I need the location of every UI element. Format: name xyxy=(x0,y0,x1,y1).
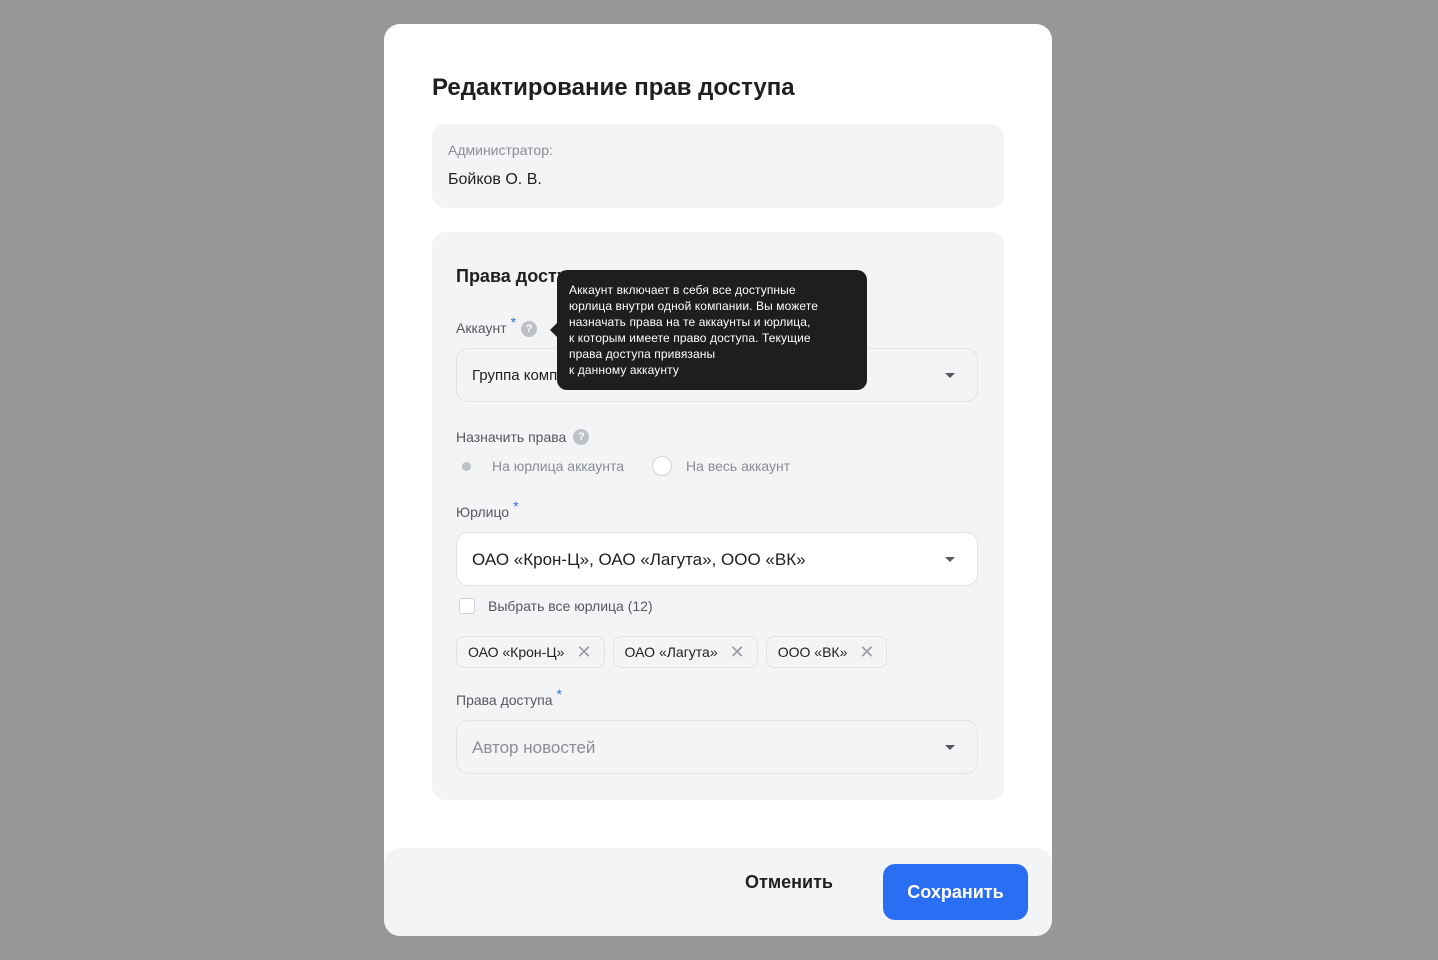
close-icon[interactable]: ✕ xyxy=(730,643,745,661)
entity-tag-label: ОАО «Лагута» xyxy=(624,644,718,660)
close-icon[interactable]: ✕ xyxy=(576,643,591,661)
entity-select[interactable]: ОАО «Крон-Ц», ОАО «Лагута», ООО «ВК» xyxy=(456,532,978,586)
entity-tag: ОАО «Лагута» ✕ xyxy=(612,636,758,668)
required-mark: * xyxy=(513,498,519,514)
radio-entities-label: На юрлица аккаунта xyxy=(492,458,625,474)
radio-whole-account-label: На весь аккаунт xyxy=(686,458,791,474)
help-icon[interactable]: ? xyxy=(573,429,590,445)
tooltip-line: юрлица внутри одной компании. Вы можете xyxy=(569,299,818,313)
chevron-down-icon xyxy=(945,557,955,562)
entity-label: Юрлицо * xyxy=(456,498,519,520)
access-rights-select[interactable]: Автор новостей xyxy=(456,720,978,774)
assign-rights-label: Назначить права ? xyxy=(456,429,590,445)
radio-checked-icon xyxy=(456,456,476,476)
entity-select-value: ОАО «Крон-Ц», ОАО «Лагута», ООО «ВК» xyxy=(472,550,806,569)
tooltip-line: Аккаунт включает в себя все доступные xyxy=(569,283,796,297)
entity-tag: ОАО «Крон-Ц» ✕ xyxy=(456,636,605,668)
access-rights-placeholder: Автор новостей xyxy=(472,738,596,757)
access-rights-label-text: Права доступа xyxy=(456,692,553,708)
entity-tag: ООО «ВК» ✕ xyxy=(765,636,888,668)
admin-label: Администратор: xyxy=(448,142,553,158)
chevron-down-icon xyxy=(945,373,955,378)
checkbox[interactable] xyxy=(459,598,475,614)
help-icon[interactable]: ? xyxy=(521,321,538,337)
select-all-entities[interactable]: Выбрать все юрлица (12) xyxy=(459,598,653,614)
save-button[interactable]: Сохранить xyxy=(883,864,1028,920)
selected-entity-tags: ОАО «Крон-Ц» ✕ ОАО «Лагута» ✕ ООО «ВК» ✕ xyxy=(456,636,888,668)
edit-access-dialog: Редактирование прав доступа Администрато… xyxy=(384,24,1052,936)
entity-tag-label: ООО «ВК» xyxy=(777,644,848,660)
required-mark: * xyxy=(556,686,562,702)
account-label-text: Аккаунт xyxy=(456,320,507,336)
chevron-down-icon xyxy=(945,745,955,750)
radio-whole-account[interactable]: На весь аккаунт xyxy=(652,456,790,476)
radio-entities[interactable]: На юрлица аккаунта xyxy=(456,456,624,476)
admin-card: Администратор: Бойков О. В. xyxy=(432,124,1004,208)
tooltip-line: права доступа привязаны xyxy=(569,347,716,361)
tooltip-line: к которым имеете право доступа. Текущие xyxy=(569,331,811,345)
access-rights-label: Права доступа * xyxy=(456,686,562,708)
tooltip-line: назначать права на те аккаунты и юрлица, xyxy=(569,315,811,329)
entity-tag-label: ОАО «Крон-Ц» xyxy=(468,644,565,660)
entity-label-text: Юрлицо xyxy=(456,504,510,520)
cancel-button[interactable]: Отменить xyxy=(745,872,833,893)
account-help-tooltip: Аккаунт включает в себя все доступные юр… xyxy=(550,270,867,390)
required-mark: * xyxy=(510,314,517,330)
assign-rights-label-text: Назначить права xyxy=(456,429,567,445)
select-all-label: Выбрать все юрлица (12) xyxy=(488,598,653,614)
assign-rights-radio-group: На юрлица аккаунта На весь аккаунт xyxy=(456,456,818,476)
radio-unchecked-icon xyxy=(652,456,673,476)
admin-value: Бойков О. В. xyxy=(448,171,542,188)
account-label: Аккаунт * ? xyxy=(456,314,538,337)
dialog-title: Редактирование прав доступа xyxy=(432,74,795,101)
tooltip-line: к данному аккаунту xyxy=(569,363,679,377)
dialog-footer: Отменить Сохранить xyxy=(384,848,1052,936)
close-icon[interactable]: ✕ xyxy=(859,643,874,661)
